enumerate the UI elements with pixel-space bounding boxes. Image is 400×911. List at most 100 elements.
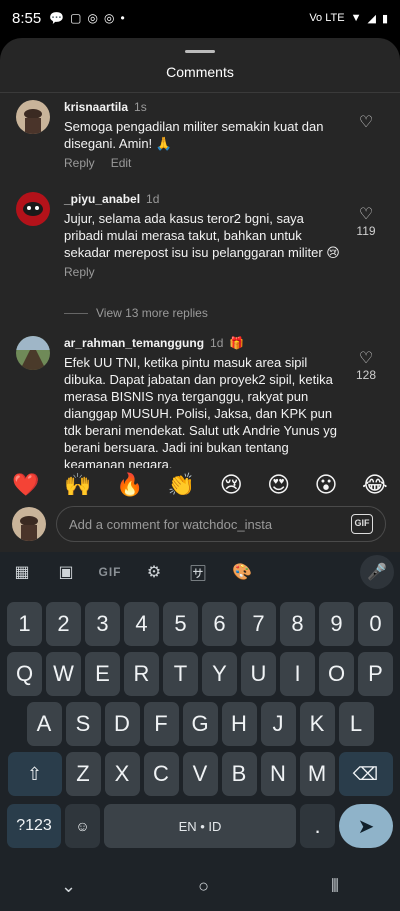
key-f[interactable]: F xyxy=(143,702,179,746)
avatar-image xyxy=(16,336,50,370)
like-count: 119 xyxy=(356,224,376,238)
timestamp: 1d xyxy=(146,192,160,206)
key-m[interactable]: M xyxy=(299,752,335,796)
reaction-crying-icon[interactable]: 😢 xyxy=(220,472,243,498)
comment-body: krisnaartila 1s Semoga pengadilan milite… xyxy=(64,100,344,170)
shift-key[interactable]: ⇧ xyxy=(7,752,62,796)
key-e[interactable]: E xyxy=(85,652,120,696)
edit-button[interactable]: Edit xyxy=(111,156,132,170)
translate-icon[interactable]: 🈂 xyxy=(176,555,220,589)
username[interactable]: krisnaartila xyxy=(64,100,128,114)
key-i[interactable]: I xyxy=(280,652,315,696)
reaction-heart-eyes-icon[interactable]: 😍 xyxy=(267,472,290,498)
key-a[interactable]: A xyxy=(26,702,62,746)
apps-grid-icon[interactable]: ▦ xyxy=(0,555,44,589)
gif-button[interactable]: GIF xyxy=(351,514,373,534)
reaction-raised-hands-icon[interactable]: 🙌 xyxy=(64,472,91,498)
space-key[interactable]: EN • ID xyxy=(104,804,296,848)
key-2[interactable]: 2 xyxy=(46,602,81,646)
status-right: Vo LTE ▼ ◢ ▮ xyxy=(309,12,388,25)
chat-icon: 💬 xyxy=(49,11,65,25)
quick-reactions-bar: ❤️ 🙌 🔥 👏 😢 😍 😮 😂 xyxy=(0,468,400,502)
key-9[interactable]: 9 xyxy=(319,602,354,646)
key-b[interactable]: B xyxy=(221,752,257,796)
fan-badge-icon: 🎁 xyxy=(229,336,245,350)
view-more-replies-label: View 13 more replies xyxy=(96,306,208,320)
key-5[interactable]: 5 xyxy=(163,602,198,646)
key-x[interactable]: X xyxy=(104,752,140,796)
avatar-image xyxy=(16,192,50,226)
avatar-image xyxy=(16,100,50,134)
avatar[interactable] xyxy=(16,192,50,226)
key-u[interactable]: U xyxy=(241,652,276,696)
reaction-clap-icon[interactable]: 👏 xyxy=(168,472,195,498)
avatar[interactable] xyxy=(16,100,50,134)
key-j[interactable]: J xyxy=(260,702,296,746)
status-bar: 8:55 💬 ▢ ◎ ◎ • Vo LTE ▼ ◢ ▮ xyxy=(0,0,400,36)
key-h[interactable]: H xyxy=(221,702,257,746)
key-p[interactable]: P xyxy=(358,652,393,696)
gif-key[interactable]: GIF xyxy=(88,555,132,589)
key-z[interactable]: Z xyxy=(65,752,101,796)
key-4[interactable]: 4 xyxy=(124,602,159,646)
key-l[interactable]: L xyxy=(338,702,374,746)
key-o[interactable]: O xyxy=(319,652,354,696)
timestamp: 1d xyxy=(210,336,224,350)
comment-header: ar_rahman_temanggung 1d 🎁 xyxy=(64,336,344,350)
key-s[interactable]: S xyxy=(65,702,101,746)
key-v[interactable]: V xyxy=(182,752,218,796)
microphone-icon[interactable]: 🎤 xyxy=(360,555,394,589)
heart-outline-icon: ♡ xyxy=(358,114,374,131)
key-7[interactable]: 7 xyxy=(241,602,276,646)
username[interactable]: ar_rahman_temanggung xyxy=(64,336,204,350)
recents-icon[interactable]: ⦀ xyxy=(331,876,339,897)
heart-outline-icon: ♡ xyxy=(358,350,374,367)
view-more-replies-button[interactable]: View 13 more replies xyxy=(64,306,208,320)
key-w[interactable]: W xyxy=(46,652,81,696)
number-row: 1 2 3 4 5 6 7 8 9 0 xyxy=(0,602,400,646)
reaction-laughing-icon[interactable]: 😂 xyxy=(362,472,388,498)
backspace-icon[interactable]: ⌫ xyxy=(338,752,393,796)
key-c[interactable]: C xyxy=(143,752,179,796)
period-key[interactable]: . xyxy=(300,804,335,848)
settings-gear-icon[interactable]: ⚙ xyxy=(132,555,176,589)
key-g[interactable]: G xyxy=(182,702,218,746)
key-r[interactable]: R xyxy=(124,652,159,696)
home-circle-icon[interactable]: ○ xyxy=(198,876,209,897)
reply-button[interactable]: Reply xyxy=(64,265,95,279)
comment-input-placeholder: Add a comment for watchdoc_insta xyxy=(69,517,273,532)
send-arrow-icon[interactable]: ➤ xyxy=(339,804,393,848)
reaction-fire-icon[interactable]: 🔥 xyxy=(116,472,143,498)
key-n[interactable]: N xyxy=(260,752,296,796)
symbols-key[interactable]: ?123 xyxy=(7,804,61,848)
back-chevron-icon[interactable]: ⌄ xyxy=(61,876,76,897)
username[interactable]: _piyu_anabel xyxy=(64,192,140,206)
key-8[interactable]: 8 xyxy=(280,602,315,646)
key-t[interactable]: T xyxy=(163,652,198,696)
comment-text: Efek UU TNI, ketika pintu masuk area sip… xyxy=(64,355,337,472)
key-0[interactable]: 0 xyxy=(358,602,393,646)
key-1[interactable]: 1 xyxy=(7,602,42,646)
palette-icon[interactable]: 🎨 xyxy=(220,555,264,589)
signal-icon: ◢ xyxy=(367,12,376,25)
reaction-heart-icon[interactable]: ❤️ xyxy=(12,472,39,498)
key-y[interactable]: Y xyxy=(202,652,237,696)
key-q[interactable]: Q xyxy=(7,652,42,696)
like-button[interactable]: ♡ xyxy=(354,114,378,132)
avatar-image xyxy=(12,507,46,541)
reaction-surprised-icon[interactable]: 😮 xyxy=(315,472,338,498)
like-button[interactable]: ♡ 128 xyxy=(354,350,378,382)
emoji-comma-key[interactable]: ☺ xyxy=(65,804,100,848)
key-k[interactable]: K xyxy=(299,702,335,746)
key-6[interactable]: 6 xyxy=(202,602,237,646)
drag-handle[interactable] xyxy=(185,50,215,53)
reply-button[interactable]: Reply xyxy=(64,156,95,170)
key-d[interactable]: D xyxy=(104,702,140,746)
avatar[interactable] xyxy=(16,336,50,370)
comment-input[interactable]: Add a comment for watchdoc_insta GIF xyxy=(56,506,386,542)
like-button[interactable]: ♡ 119 xyxy=(354,206,378,238)
my-avatar xyxy=(12,507,46,541)
sticker-icon[interactable]: ▣ xyxy=(44,555,88,589)
comment-header: krisnaartila 1s xyxy=(64,100,344,114)
key-3[interactable]: 3 xyxy=(85,602,120,646)
